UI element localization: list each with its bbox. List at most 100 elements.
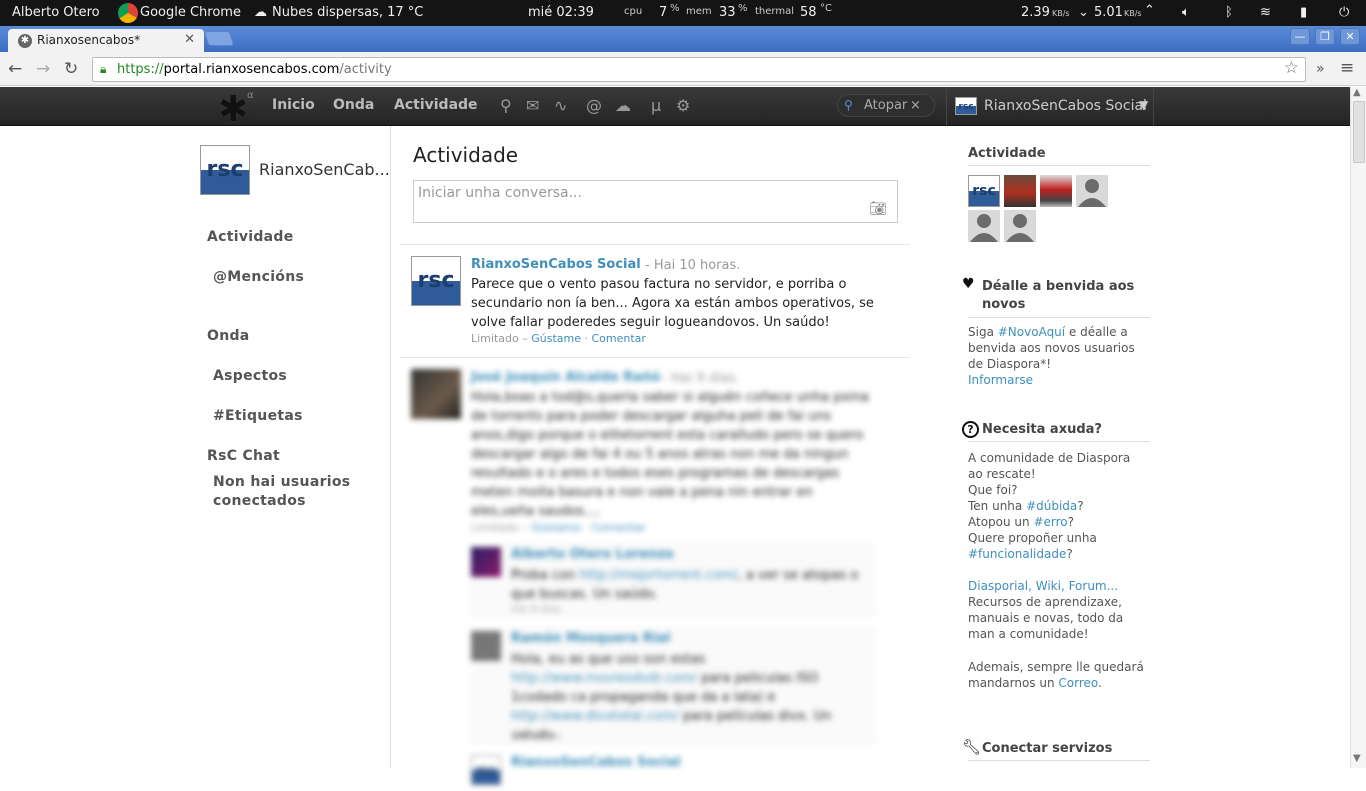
activity-avatar[interactable]: rsc [968, 175, 1000, 207]
activity-avatar[interactable] [1040, 175, 1072, 207]
sidebar-item-etiquetas[interactable]: #Etiquetas [213, 408, 303, 424]
post-visibility: Limitado [471, 521, 519, 534]
mail-icon[interactable]: ✉ [526, 96, 539, 115]
comment-link-url[interactable]: http://www.divxtotal.com/ [511, 709, 679, 724]
comment-time: Hai 2 días. [511, 731, 564, 742]
welcome-text: Siga #NovoAquí e déalle a benvida aos no… [968, 325, 1135, 387]
url-text: https://portal.rianxosencabos.com/activi… [117, 62, 392, 77]
activity-avatar[interactable] [968, 210, 1000, 242]
nav-onda[interactable]: Onda [333, 97, 374, 113]
publisher-input[interactable]: Iniciar unha conversa... 📷︎ [413, 180, 898, 223]
profile-name[interactable]: RianxoSenCab... [259, 160, 390, 179]
browser-toolbar: ← → ↻ 🔒︎ https://portal.rianxosencabos.c… [0, 52, 1366, 86]
chat-title[interactable]: RsC Chat [207, 448, 280, 464]
nav-inicio[interactable]: Inicio [272, 97, 315, 113]
forward-icon[interactable]: → [36, 59, 50, 79]
wifi-icon[interactable]: ≋ [1260, 5, 1271, 20]
pulse-icon[interactable]: ∿ [554, 96, 567, 115]
page-scrollbar[interactable]: ▲ ▼ [1350, 87, 1366, 768]
user-menu[interactable]: rsc RianxoSenCabos Social ▼ [946, 87, 1154, 126]
post-author-avatar[interactable] [411, 369, 461, 419]
sidebar-item-onda[interactable]: Onda [207, 328, 250, 344]
system-user-menu[interactable]: Alberto Otero [12, 5, 100, 20]
browser-tab[interactable]: ✱ Rianxosencabos* ✕ [8, 29, 204, 52]
thermal-label: thermal [755, 6, 794, 17]
mu-icon[interactable]: µ [651, 96, 661, 115]
app-menu[interactable]: Google Chrome [140, 5, 241, 20]
post-author-avatar[interactable]: rsc [411, 256, 461, 306]
like-link[interactable]: Gústame [531, 332, 581, 345]
bookmark-star-icon[interactable]: ☆ [1284, 57, 1299, 80]
comment: rsc RianxoSenCabos Social [471, 751, 876, 791]
like-link[interactable]: Gústame [531, 521, 581, 534]
sidebar-item-aspectos[interactable]: Aspectos [213, 368, 287, 384]
camera-icon[interactable]: 📷︎ [869, 201, 887, 217]
correo-link[interactable]: Correo [1058, 676, 1098, 690]
weather-icon: ☁ [254, 5, 267, 20]
down-arrow-icon: ⌄ [1078, 5, 1089, 20]
close-tab-icon[interactable]: ✕ [184, 32, 195, 47]
clock[interactable]: mié 02:39 [528, 5, 594, 20]
settings-gear-icon[interactable]: ⚙ [676, 96, 690, 115]
scroll-down-arrow-icon[interactable]: ▼ [1353, 753, 1361, 764]
clear-search-icon[interactable]: × [910, 95, 921, 116]
thermal-unit: °C [820, 3, 832, 14]
scrollbar-thumb[interactable] [1353, 101, 1365, 163]
comment-author[interactable]: Alberto Otero Lorenzo [511, 547, 674, 562]
post-text: Hola,boas a tod@s,queria saber si alguén… [471, 390, 869, 519]
page-title: Actividade [413, 143, 519, 167]
resources-links[interactable]: Diasporial, Wiki, Forum... [968, 579, 1118, 593]
comment-link[interactable]: Comentar [592, 521, 646, 534]
power-icon[interactable]: ⏻ [1339, 5, 1349, 20]
back-icon[interactable]: ← [8, 59, 22, 79]
informarse-link[interactable]: Informarse [968, 373, 1033, 387]
comment-avatar[interactable] [471, 631, 501, 661]
volume-icon[interactable]: 🔈︎ [1182, 5, 1190, 20]
reload-icon[interactable]: ↻ [64, 59, 78, 79]
sidebar-item-mencions[interactable]: @Mencións [213, 269, 304, 285]
scroll-up-arrow-icon[interactable]: ▲ [1353, 87, 1361, 98]
erro-tag-link[interactable]: #erro [1033, 515, 1067, 529]
cloud-icon[interactable]: ☁ [615, 96, 631, 115]
battery-icon[interactable]: ▮ [1300, 5, 1307, 20]
post-author[interactable]: José Joaquín Alcalde Rañó [471, 370, 660, 385]
post: José Joaquín Alcalde Rañó - Hai 9 días. … [400, 369, 910, 789]
post-time[interactable]: - Hai 10 horas. [645, 258, 740, 273]
search-input[interactable]: ⚲ Atopar × [837, 94, 935, 117]
post-author[interactable]: RianxoSenCabos Social [471, 257, 641, 272]
system-bar: Alberto Otero Google Chrome ☁ Nubes disp… [0, 0, 1366, 26]
post-actions: Limitado – Gústame · Comentar [471, 521, 646, 534]
mem-label: mem [686, 6, 712, 17]
satellite-icon[interactable]: ⚲ [500, 96, 512, 115]
restore-button[interactable]: ❐ [1315, 28, 1335, 45]
diaspora-header: ✱ α Inicio Onda Actividade ⚲ ✉ ∿ @ ☁ µ ⚙… [0, 87, 1350, 130]
dubida-tag-link[interactable]: #dúbida [1026, 499, 1077, 513]
comment-link-url[interactable]: http://mejortorrent.com/ [579, 568, 737, 583]
profile-avatar[interactable]: rsc [200, 145, 250, 195]
extensions-overflow-icon[interactable]: » [1316, 61, 1325, 77]
diaspora-logo-icon[interactable]: ✱ [218, 89, 248, 130]
mem-value: 33 [719, 5, 736, 20]
comment-avatar[interactable] [471, 547, 501, 577]
funcionalidade-tag-link[interactable]: #funcionalidade [968, 547, 1066, 561]
menu-icon[interactable]: ≡ [1340, 58, 1354, 78]
nav-actividade[interactable]: Actividade [394, 97, 478, 113]
address-bar[interactable]: 🔒︎ https://portal.rianxosencabos.com/act… [92, 57, 1306, 82]
new-tab-button[interactable] [203, 31, 235, 46]
weather-indicator[interactable]: Nubes dispersas, 17 °C [272, 5, 423, 20]
mentions-icon[interactable]: @ [586, 96, 602, 115]
activity-avatar[interactable] [1004, 210, 1036, 242]
comment-avatar[interactable]: rsc [471, 755, 501, 785]
divider [400, 357, 910, 358]
novoaqui-tag-link[interactable]: #NovoAquí [998, 325, 1065, 339]
activity-avatar[interactable] [1004, 175, 1036, 207]
comment-author[interactable]: Ramón Mosquera Rial [511, 631, 670, 646]
minimize-button[interactable]: — [1290, 28, 1310, 45]
bluetooth-icon[interactable]: ᛒ [1225, 5, 1233, 20]
activity-avatar[interactable] [1076, 175, 1108, 207]
close-window-button[interactable]: ✕ [1340, 28, 1360, 45]
comment-link[interactable]: Comentar [592, 332, 646, 345]
post-time[interactable]: - Hai 9 días. [662, 371, 739, 386]
sidebar-item-actividade[interactable]: Actividade [207, 229, 294, 245]
comment-link-url[interactable]: http://www.moviesdvdr.com/ [511, 671, 697, 686]
